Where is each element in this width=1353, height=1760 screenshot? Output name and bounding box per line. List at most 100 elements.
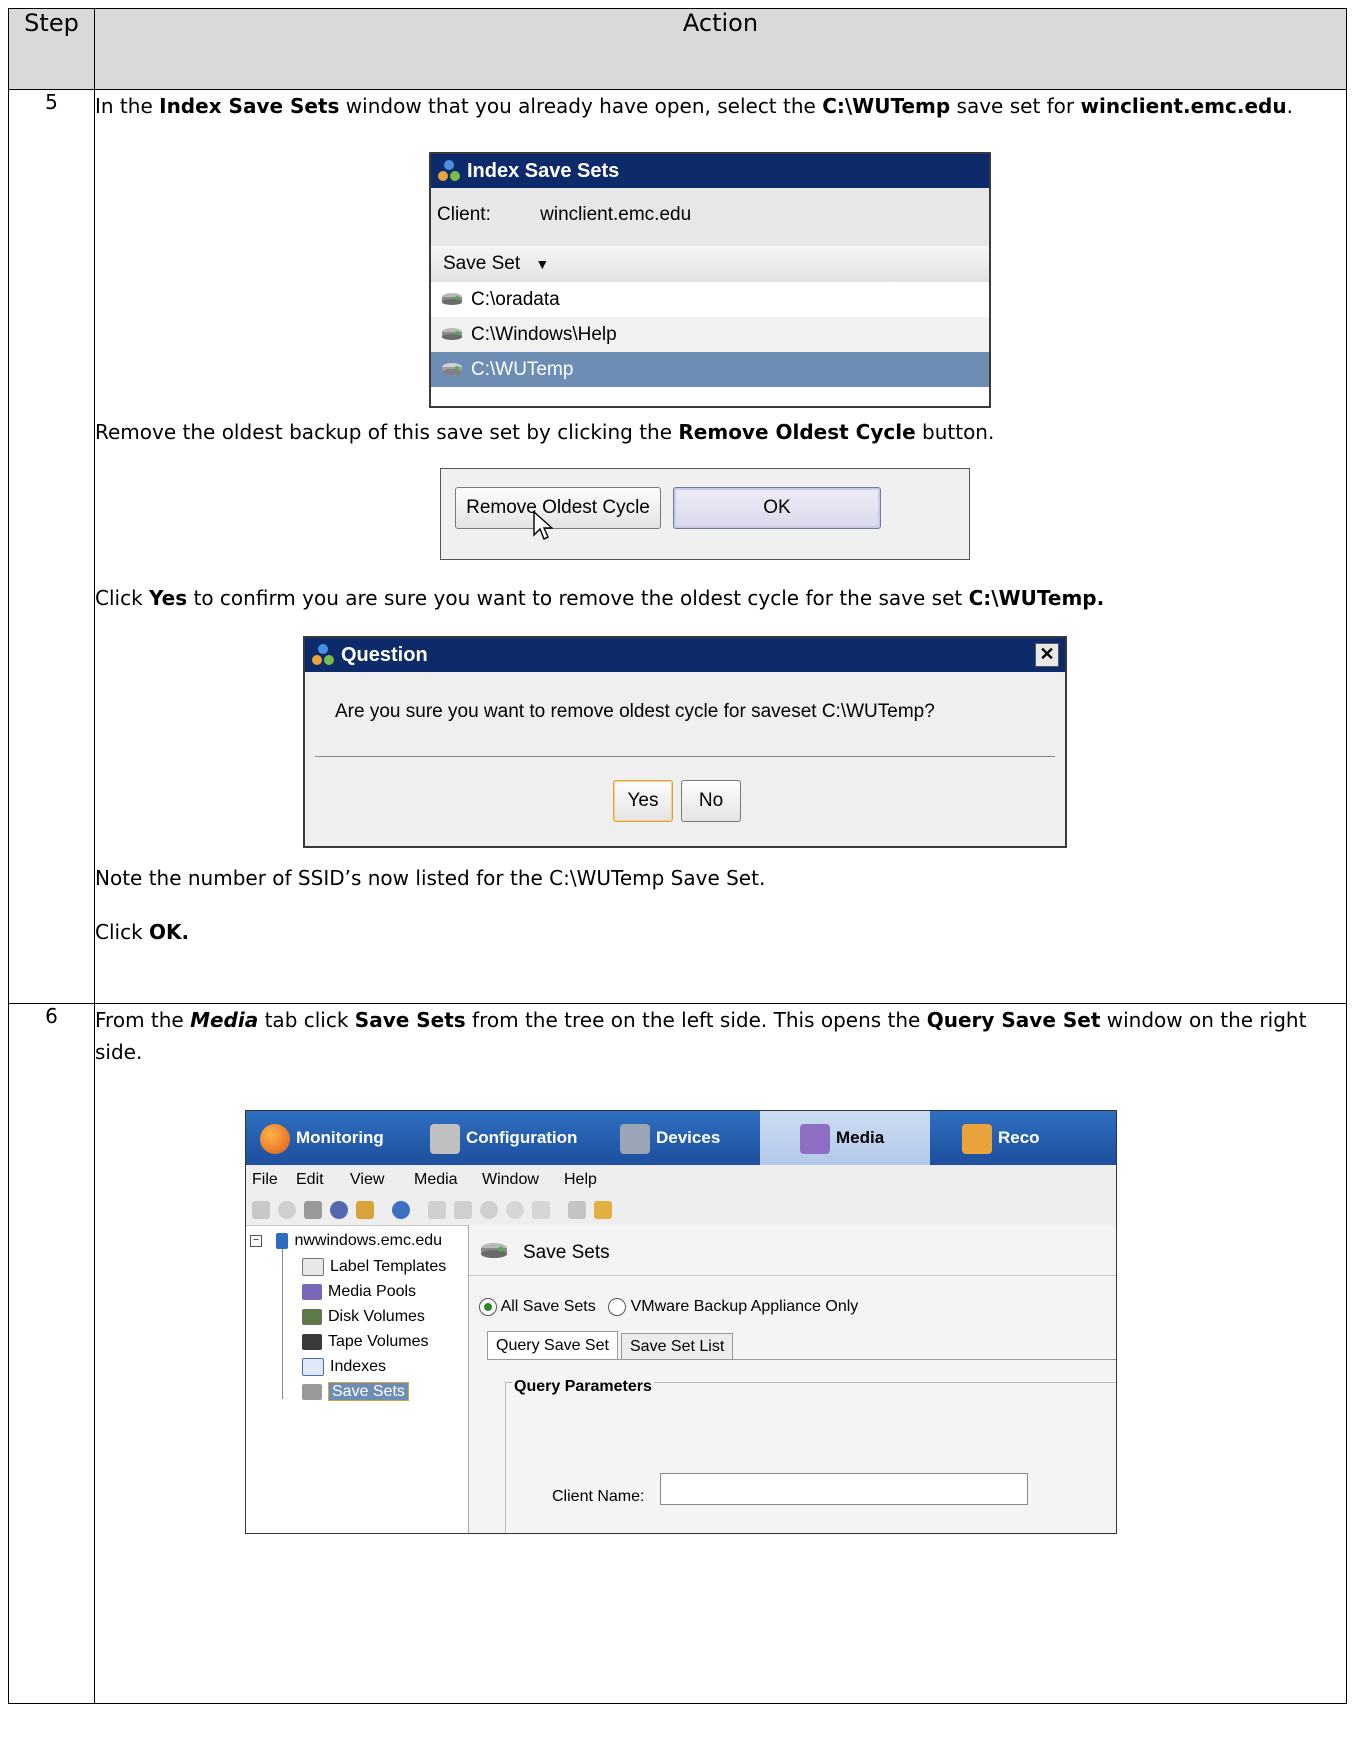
tab-bar: Monitoring Configuration Devices Media R — [246, 1111, 1116, 1165]
index-icon — [302, 1357, 324, 1376]
instruction-text: Click OK. — [95, 920, 190, 944]
query-parameters-group: Query Parameters Client Name: — [505, 1371, 1116, 1533]
client-row: Client: winclient.emc.edu — [431, 188, 989, 246]
disk-volume-icon — [302, 1308, 322, 1325]
menu-window[interactable]: Window — [482, 1165, 539, 1195]
subtab-save-set-list[interactable]: Save Set List — [621, 1333, 734, 1360]
save-set-column-header[interactable]: Save Set ▼ — [431, 246, 989, 282]
window-title-bar: Index Save Sets — [431, 154, 989, 188]
networker-icon — [312, 644, 334, 665]
step-number: 6 — [8, 1003, 95, 1704]
save-set-icon — [442, 328, 462, 340]
tree-connector — [282, 1249, 284, 1399]
client-name-label: Client Name: — [552, 1488, 645, 1505]
tab-devices[interactable]: Devices — [620, 1111, 720, 1165]
buttons-figure: Remove Oldest Cycle OK — [440, 468, 970, 560]
remove-oldest-cycle-button[interactable]: Remove Oldest Cycle — [455, 487, 661, 529]
filter-icon[interactable] — [454, 1201, 472, 1219]
tab-monitoring[interactable]: Monitoring — [260, 1111, 384, 1165]
table-row: 6 From the Media tab click Save Sets fro… — [8, 1003, 1347, 1704]
tree-item-indexes[interactable]: Indexes — [302, 1355, 386, 1379]
radio-vmware-only[interactable]: VMware Backup Appliance Only — [608, 1297, 858, 1316]
question-dialog: Question ✕ Are you sure you want to remo… — [303, 636, 1067, 848]
tree-item-media-pools[interactable]: Media Pools — [302, 1280, 416, 1304]
client-label: Client: — [437, 204, 491, 225]
label-template-icon — [302, 1257, 324, 1276]
instruction-text: Click Yes to confirm you are sure you wa… — [95, 586, 1105, 610]
dialog-title: Question — [341, 644, 428, 666]
group-title: Query Parameters — [512, 1371, 654, 1403]
radio-icon — [608, 1297, 627, 1316]
client-name-input[interactable] — [660, 1473, 1028, 1505]
refresh-icon[interactable] — [392, 1201, 410, 1219]
zoom-icon[interactable] — [480, 1201, 498, 1219]
tree-item-label-templates[interactable]: Label Templates — [302, 1255, 446, 1279]
configuration-icon — [430, 1123, 460, 1154]
list-item[interactable]: C:\oradata — [431, 282, 989, 317]
step-number: 5 — [8, 89, 95, 1004]
list-item[interactable]: C:\Windows\Help — [431, 317, 989, 352]
users-icon[interactable] — [594, 1201, 612, 1219]
tab-content: Query Parameters Client Name: — [487, 1359, 1116, 1533]
tree-item-tape-volumes[interactable]: Tape Volumes — [302, 1330, 429, 1354]
disc-icon[interactable] — [506, 1201, 524, 1219]
save-set-icon — [442, 363, 462, 375]
media-pool-icon — [302, 1283, 322, 1300]
delete-icon[interactable] — [304, 1201, 322, 1219]
step-action: From the Media tab click Save Sets from … — [94, 1003, 1347, 1704]
menu-help[interactable]: Help — [564, 1165, 597, 1195]
steps-table: Step Action 5 In the Index Save Sets win… — [8, 8, 1347, 1704]
save-sets-icon — [481, 1243, 507, 1258]
header-step: Step — [8, 8, 95, 90]
tree-root[interactable]: − nwwindows.emc.edu — [250, 1229, 442, 1253]
search-icon[interactable] — [356, 1201, 374, 1219]
panel-title: Save Sets — [523, 1242, 610, 1263]
yes-button[interactable]: Yes — [613, 780, 673, 822]
radio-all-save-sets[interactable]: All Save Sets — [479, 1297, 596, 1316]
tab-configuration[interactable]: Configuration — [430, 1111, 577, 1165]
menu-file[interactable]: File — [252, 1165, 278, 1195]
mouse-cursor-icon — [533, 511, 553, 540]
navigation-tree: − nwwindows.emc.edu Label Templates Medi… — [246, 1225, 469, 1533]
header-action: Action — [94, 8, 1347, 90]
save-set-icon — [302, 1383, 322, 1400]
radio-selected-icon — [479, 1297, 497, 1316]
monitoring-icon — [260, 1123, 290, 1154]
ok-button[interactable]: OK — [673, 487, 881, 529]
instruction-text: In the Index Save Sets window that you a… — [95, 94, 1293, 118]
window-title: Index Save Sets — [467, 160, 620, 182]
document: Step Action 5 In the Index Save Sets win… — [8, 8, 1347, 1704]
help-icon[interactable] — [330, 1201, 348, 1219]
panel-header: Save Sets — [469, 1225, 1116, 1276]
menu-media[interactable]: Media — [414, 1165, 458, 1195]
tree-item-save-sets[interactable]: Save Sets — [302, 1380, 409, 1404]
subtab-query-save-set[interactable]: Query Save Set — [487, 1331, 618, 1360]
tab-recover[interactable]: Reco — [962, 1111, 1040, 1165]
step-action: In the Index Save Sets window that you a… — [94, 89, 1347, 1004]
sort-down-icon: ▼ — [535, 256, 550, 272]
no-button[interactable]: No — [681, 780, 741, 822]
tab-media[interactable]: Media — [760, 1111, 930, 1165]
tape-volume-icon — [302, 1333, 322, 1350]
client-value: winclient.emc.edu — [540, 204, 692, 225]
properties-icon[interactable] — [568, 1201, 586, 1219]
devices-icon — [620, 1123, 650, 1154]
document-icon[interactable] — [428, 1201, 446, 1219]
dialog-title-bar: Question ✕ — [305, 638, 1065, 672]
instruction-text: From the Media tab click Save Sets from … — [95, 1008, 1307, 1064]
list-item-selected[interactable]: C:\WUTemp — [431, 352, 989, 387]
recycle-icon[interactable] — [532, 1201, 550, 1219]
recover-icon — [962, 1123, 992, 1154]
main-panel: Save Sets All Save Sets VMware Backup Ap… — [469, 1225, 1116, 1533]
instruction-text: Remove the oldest backup of this save se… — [95, 420, 995, 444]
close-icon[interactable]: ✕ — [1035, 643, 1059, 667]
menu-edit[interactable]: Edit — [296, 1165, 324, 1195]
networker-admin-window: Monitoring Configuration Devices Media R — [245, 1110, 1117, 1534]
networker-icon — [438, 160, 460, 181]
toolbar — [246, 1195, 1116, 1226]
tree-item-disk-volumes[interactable]: Disk Volumes — [302, 1305, 425, 1329]
menu-bar: File Edit View Media Window Help — [246, 1165, 1116, 1195]
info-icon[interactable] — [278, 1201, 296, 1219]
add-icon[interactable] — [252, 1201, 270, 1219]
menu-view[interactable]: View — [350, 1165, 384, 1195]
